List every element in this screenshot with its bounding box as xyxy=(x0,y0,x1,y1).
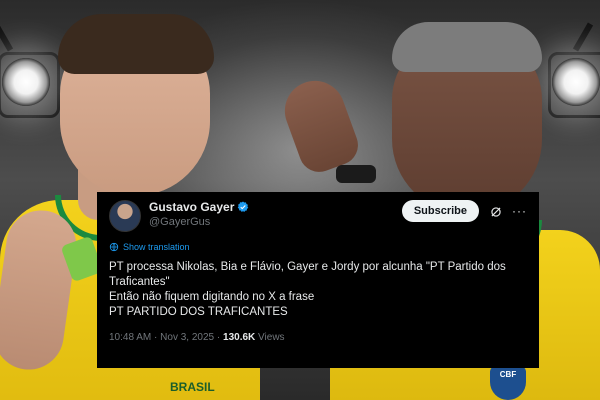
author-name-row: Gustavo Gayer xyxy=(149,200,402,214)
watch-right xyxy=(336,165,376,183)
translate-globe-icon xyxy=(109,242,119,252)
grok-icon[interactable] xyxy=(489,205,503,219)
show-translation-link[interactable]: Show translation xyxy=(109,242,527,252)
tweet-line-3: PT PARTIDO DOS TRAFICANTES xyxy=(109,306,288,318)
tweet-line-2: Então não fiquem digitando no X a frase xyxy=(109,291,315,303)
views-label: Views xyxy=(258,332,285,343)
verified-badge-icon xyxy=(238,201,249,212)
tweet-header: Gustavo Gayer @GayerGus Subscribe ··· xyxy=(109,200,527,232)
tweet-line-1: PT processa Nikolas, Bia e Flávio, Gayer… xyxy=(109,261,506,288)
avatar[interactable] xyxy=(109,200,141,232)
more-icon[interactable]: ··· xyxy=(512,204,527,218)
author-name[interactable]: Gustavo Gayer xyxy=(149,200,234,214)
hand-right xyxy=(276,72,364,178)
show-translation-label[interactable]: Show translation xyxy=(123,242,190,252)
tweet-time[interactable]: 10:48 AM xyxy=(109,332,151,343)
subscribe-button[interactable]: Subscribe xyxy=(401,200,479,222)
meta-separator: · xyxy=(216,332,221,343)
tweet-meta: 10:48 AM · Nov 3, 2025 · 130.6K Views xyxy=(109,332,527,343)
views-count[interactable]: 130.6K xyxy=(223,332,255,343)
author-handle[interactable]: @GayerGus xyxy=(149,216,402,228)
meta-separator: · xyxy=(154,332,158,343)
shirt-brand-text: BRASIL xyxy=(170,380,215,394)
hair-left xyxy=(58,14,214,74)
hair-right xyxy=(392,22,542,72)
tweet-date[interactable]: Nov 3, 2025 xyxy=(160,332,214,343)
tweet-card: Gustavo Gayer @GayerGus Subscribe ··· Sh… xyxy=(97,192,539,368)
author-block: Gustavo Gayer @GayerGus xyxy=(149,200,402,228)
tweet-text: PT processa Nikolas, Bia e Flávio, Gayer… xyxy=(109,260,527,320)
